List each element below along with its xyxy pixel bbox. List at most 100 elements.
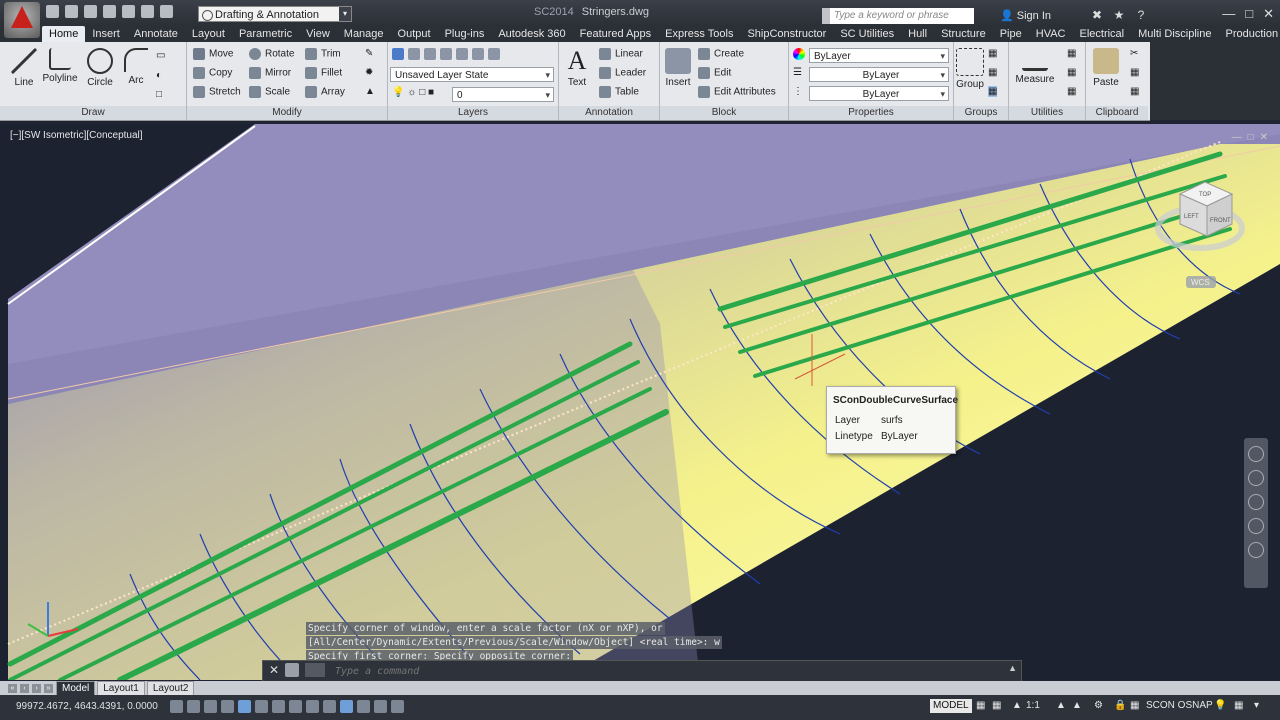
polyline-button[interactable]: Polyline bbox=[40, 44, 80, 84]
layer-state-select[interactable]: Unsaved Layer State bbox=[390, 67, 554, 83]
tab-pipe[interactable]: Pipe bbox=[993, 26, 1029, 42]
command-prompt-icon[interactable] bbox=[305, 663, 325, 677]
text-button[interactable]: A Text bbox=[557, 44, 597, 89]
draw-panel-title[interactable]: Draw bbox=[0, 106, 186, 120]
sign-in-button[interactable]: 👤 Sign In bbox=[1000, 9, 1051, 22]
open-file-icon[interactable] bbox=[65, 5, 78, 18]
plot-icon[interactable] bbox=[122, 5, 135, 18]
annotation-visibility-icon[interactable]: ▲ bbox=[1056, 699, 1066, 713]
tab-electrical[interactable]: Electrical bbox=[1073, 26, 1132, 42]
workspace-switching-icon[interactable]: ⚙ bbox=[1094, 699, 1103, 713]
workspace-switcher[interactable]: Drafting & Annotation ▾ bbox=[198, 6, 352, 22]
showmotion-icon[interactable] bbox=[1248, 542, 1264, 558]
color-select[interactable]: ByLayer bbox=[809, 48, 949, 64]
tab-output[interactable]: Output bbox=[391, 26, 438, 42]
edit-attributes-button[interactable]: Edit Attributes bbox=[698, 86, 776, 98]
help-icon[interactable]: ? bbox=[1134, 8, 1148, 22]
prev-tab-icon[interactable]: ‹ bbox=[20, 683, 29, 693]
tab-view[interactable]: View bbox=[299, 26, 337, 42]
region-icon[interactable]: □ bbox=[156, 89, 162, 100]
tab-annotate[interactable]: Annotate bbox=[127, 26, 185, 42]
tab-multi-discipline[interactable]: Multi Discipline bbox=[1131, 26, 1218, 42]
close-icon[interactable]: ✕ bbox=[1260, 132, 1268, 143]
tab-hull[interactable]: Hull bbox=[901, 26, 934, 42]
lock-icon[interactable]: 🔒 bbox=[1114, 699, 1126, 713]
ortho-icon[interactable] bbox=[221, 700, 234, 713]
table-button[interactable]: Table bbox=[599, 86, 639, 98]
ungroup-icon[interactable]: ▦ bbox=[988, 48, 997, 59]
search-toggle[interactable] bbox=[822, 8, 830, 24]
tab-home[interactable]: Home bbox=[42, 26, 86, 42]
tab-hvac[interactable]: HVAC bbox=[1029, 26, 1073, 42]
hatch-icon[interactable]: ◐ bbox=[156, 70, 162, 81]
restore-icon[interactable]: □ bbox=[1248, 132, 1254, 143]
tab-manage[interactable]: Manage bbox=[337, 26, 391, 42]
layer-properties-icon[interactable] bbox=[392, 48, 404, 60]
ducs-icon[interactable] bbox=[306, 700, 319, 713]
properties-panel-title[interactable]: Properties bbox=[789, 106, 953, 120]
layer-tool-icon[interactable] bbox=[408, 48, 420, 60]
tab-layout2[interactable]: Layout2 bbox=[146, 680, 195, 696]
otrack-icon[interactable] bbox=[289, 700, 302, 713]
layer-tool-icon[interactable] bbox=[472, 48, 484, 60]
calculator-icon[interactable]: ▦ bbox=[1067, 48, 1076, 59]
line-button[interactable]: Line bbox=[4, 44, 44, 88]
rectangle-icon[interactable]: ▭ bbox=[156, 50, 165, 61]
lightbulb-icon[interactable]: 💡 bbox=[392, 87, 404, 98]
arc-button[interactable]: Arc bbox=[116, 44, 156, 86]
osnap-icon[interactable] bbox=[255, 700, 268, 713]
wrench-icon[interactable] bbox=[285, 663, 299, 677]
rotate-button[interactable]: Rotate bbox=[249, 48, 294, 60]
copy-button[interactable]: Copy bbox=[193, 67, 232, 79]
tab-layout[interactable]: Layout bbox=[185, 26, 232, 42]
viewport-controls-label[interactable]: [−][SW Isometric][Conceptual] bbox=[10, 130, 143, 141]
linetype-select[interactable]: ByLayer bbox=[809, 86, 949, 102]
save-as-icon[interactable] bbox=[103, 5, 116, 18]
layer-tool-icon[interactable] bbox=[456, 48, 468, 60]
save-icon[interactable] bbox=[84, 5, 97, 18]
help-star-icon[interactable]: ★ bbox=[1112, 8, 1126, 22]
tab-layout1[interactable]: Layout1 bbox=[97, 680, 145, 696]
autoscale-icon[interactable]: ▲ bbox=[1072, 699, 1082, 713]
explode-icon[interactable]: ✹ bbox=[365, 67, 373, 78]
measure-button[interactable]: Measure bbox=[1015, 44, 1055, 85]
grid-icon[interactable] bbox=[204, 700, 217, 713]
quick-view-drawings-icon[interactable]: ▦ bbox=[992, 699, 1001, 713]
cut-icon[interactable]: ✂ bbox=[1130, 48, 1138, 59]
insert-button[interactable]: Insert bbox=[658, 44, 698, 88]
dyn-icon[interactable] bbox=[323, 700, 336, 713]
last-tab-icon[interactable]: » bbox=[44, 683, 53, 693]
scon-osnap-toggle[interactable]: SCON OSNAP bbox=[1146, 699, 1213, 713]
polar-icon[interactable] bbox=[238, 700, 251, 713]
close-icon[interactable]: ✕ bbox=[267, 663, 281, 677]
tab-featured-apps[interactable]: Featured Apps bbox=[573, 26, 659, 42]
model-space-toggle[interactable]: MODEL bbox=[930, 699, 972, 713]
edit-block-button[interactable]: Edit bbox=[698, 67, 731, 79]
move-button[interactable]: Move bbox=[193, 48, 233, 60]
tab-shipconstructor[interactable]: ShipConstructor bbox=[740, 26, 833, 42]
steering-wheel-icon[interactable] bbox=[1248, 446, 1264, 462]
minimize-icon[interactable]: — bbox=[1222, 6, 1235, 22]
selection-cycling-icon[interactable] bbox=[391, 700, 404, 713]
sun-icon[interactable]: ☼ bbox=[407, 87, 416, 98]
lock-icon[interactable]: □ bbox=[419, 87, 425, 98]
copy-clip-icon[interactable]: ▦ bbox=[1130, 67, 1139, 78]
stretch-button[interactable]: Stretch bbox=[193, 86, 241, 98]
first-tab-icon[interactable]: « bbox=[8, 683, 17, 693]
id-point-icon[interactable]: ▦ bbox=[1067, 67, 1076, 78]
close-icon[interactable]: ✕ bbox=[1263, 6, 1274, 22]
utilities-panel-title[interactable]: Utilities bbox=[1009, 106, 1085, 120]
chevron-up-icon[interactable]: ▲ bbox=[1008, 663, 1017, 673]
lightbulb-icon[interactable]: 💡 bbox=[1214, 699, 1226, 713]
modify-panel-title[interactable]: Modify bbox=[187, 106, 387, 120]
exchange-icon[interactable]: ✖ bbox=[1090, 8, 1104, 22]
fillet-button[interactable]: Fillet bbox=[305, 67, 342, 79]
trim-button[interactable]: Trim bbox=[305, 48, 341, 60]
quick-properties-icon[interactable] bbox=[374, 700, 387, 713]
group-button[interactable]: Group bbox=[950, 44, 990, 90]
tab-express-tools[interactable]: Express Tools bbox=[658, 26, 740, 42]
isolate-objects-icon[interactable]: ▦ bbox=[1234, 699, 1243, 713]
block-panel-title[interactable]: Block bbox=[660, 106, 788, 120]
scale-button[interactable]: Scale bbox=[249, 86, 290, 98]
3d-osnap-icon[interactable] bbox=[272, 700, 285, 713]
